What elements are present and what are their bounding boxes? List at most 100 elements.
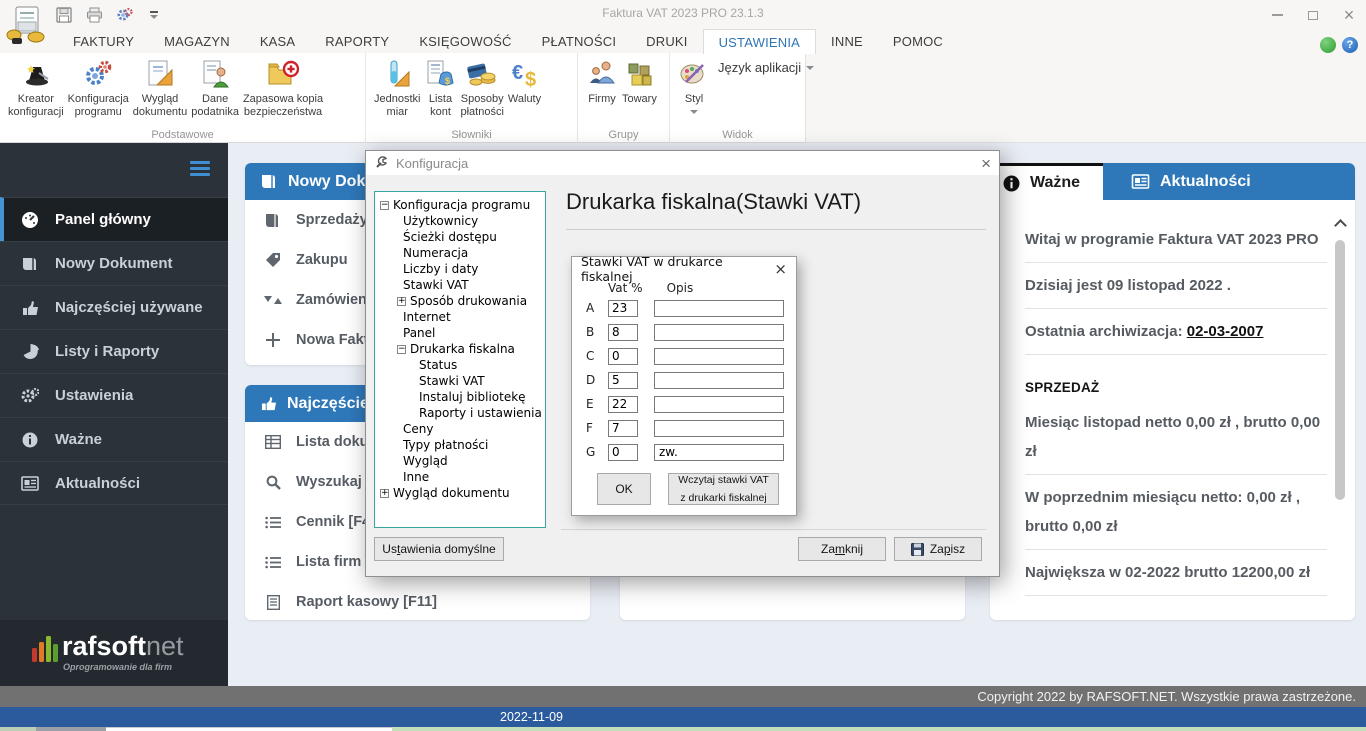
archive-date-link[interactable]: 02-03-2007	[1187, 323, 1264, 340]
tree-item[interactable]: Drukarka fiskalna	[410, 342, 515, 356]
vat-input-f[interactable]	[608, 419, 638, 437]
tab-wazne[interactable]: Ważne	[990, 163, 1103, 200]
right-panel: Ważne Aktualności Witaj w programie Fakt…	[990, 163, 1355, 620]
vat-input-e[interactable]	[608, 395, 638, 413]
tree-item[interactable]: Stawki VAT	[419, 374, 485, 388]
tab-ustawienia[interactable]: USTAWIENIA	[702, 29, 817, 54]
sidebar-item-najczesciej-uzywane[interactable]: Najczęściej używane	[0, 285, 228, 329]
sidebar-item-panel-glowny[interactable]: Panel główny	[0, 197, 228, 241]
desc-input-c[interactable]	[654, 347, 784, 365]
tree-item[interactable]: Raporty i ustawienia	[419, 406, 542, 420]
close-button[interactable]: ×	[1338, 5, 1360, 25]
vat-input-c[interactable]	[608, 347, 638, 365]
dane-podatnika-button[interactable]: Dane podatnika	[191, 58, 239, 118]
tree-item[interactable]: Typy płatności	[403, 438, 488, 452]
expand-icon[interactable]: +	[397, 296, 406, 306]
expand-icon[interactable]: +	[380, 488, 389, 498]
tab-faktury[interactable]: FAKTURY	[58, 29, 149, 54]
vat-input-a[interactable]	[608, 299, 638, 317]
kreator-konfiguracji-button[interactable]: Kreator konfiguracji	[8, 58, 64, 118]
ribbon: Kreator konfiguracji Konfiguracja progra…	[0, 53, 815, 143]
maximize-button[interactable]	[1302, 6, 1324, 24]
tab-platnosci[interactable]: PŁATNOŚCI	[527, 29, 632, 54]
tree-item[interactable]: Ścieżki dostępu	[403, 230, 497, 244]
settings-icon[interactable]	[114, 6, 134, 24]
wyglad-dokumentu-button[interactable]: Wygląd dokumentu	[133, 58, 187, 118]
payment-methods-icon	[466, 58, 498, 90]
scrollbar-thumb[interactable]	[1335, 240, 1345, 500]
tree-item[interactable]: Stawki VAT	[403, 278, 469, 292]
desc-input-e[interactable]	[654, 395, 784, 413]
tab-druki[interactable]: DRUKI	[631, 29, 702, 54]
collapse-icon[interactable]: −	[380, 200, 389, 210]
sidebar-item-nowy-dokument[interactable]: Nowy Dokument	[0, 241, 228, 285]
tree-item[interactable]: Internet	[403, 310, 451, 324]
lista-kont-button[interactable]: $ Lista kont	[424, 58, 456, 118]
sposoby-platnosci-button[interactable]: Sposoby płatności	[460, 58, 504, 118]
tab-magazyn[interactable]: MAGAZYN	[149, 29, 245, 54]
styl-button[interactable]: Styl	[678, 58, 710, 114]
sidebar-item-ustawienia[interactable]: Ustawienia	[0, 373, 228, 417]
tree-item[interactable]: Użytkownicy	[403, 214, 478, 228]
tree-item[interactable]: Status	[419, 358, 457, 372]
load-vat-rates-button[interactable]: Wczytaj stawki VAT z drukarki fiskalnej	[668, 473, 779, 505]
tree-item[interactable]: Numeracja	[403, 246, 468, 260]
tree-item[interactable]: Sposób drukowania	[410, 294, 527, 308]
language-dropdown[interactable]: Język aplikacji	[718, 60, 815, 75]
scrollbar[interactable]	[1331, 219, 1349, 620]
firmy-button[interactable]: Firmy	[586, 58, 618, 106]
save-icon[interactable]	[54, 6, 74, 24]
tab-aktualnosci[interactable]: Aktualności	[1103, 163, 1355, 200]
tab-raporty[interactable]: RAPORTY	[310, 29, 404, 54]
close-icon[interactable]: ×	[981, 155, 991, 172]
konfiguracja-programu-button[interactable]: Konfiguracja programu	[68, 58, 129, 118]
tab-inne[interactable]: INNE	[816, 29, 878, 54]
qat-dropdown-icon[interactable]	[144, 6, 164, 24]
zapasowa-kopia-button[interactable]: Zapasowa kopia bezpieczeństwa	[243, 58, 323, 118]
companies-icon	[586, 58, 618, 90]
tree-item[interactable]: Konfiguracja programu	[393, 198, 530, 212]
desc-input-d[interactable]	[654, 371, 784, 389]
tab-kasa[interactable]: KASA	[245, 29, 310, 54]
vat-input-b[interactable]	[608, 323, 638, 341]
online-status-icon[interactable]	[1320, 37, 1336, 53]
brand-text: rafsoftnet	[62, 631, 184, 661]
tree-item[interactable]: Inne	[403, 470, 429, 484]
list-item-raport-kasowy[interactable]: Raport kasowy [F11]	[245, 582, 590, 622]
sidebar-item-aktualnosci[interactable]: Aktualności	[0, 461, 228, 505]
tab-ksiegowosc[interactable]: KSIĘGOWOŚĆ	[404, 29, 526, 54]
defaults-button[interactable]: Ustawienia domyślne	[374, 537, 504, 561]
close-icon[interactable]: ×	[774, 260, 787, 278]
jednostki-miar-button[interactable]: Jednostki miar	[374, 58, 420, 118]
ok-button[interactable]: OK	[597, 473, 651, 505]
close-dialog-button[interactable]: Zamknij	[798, 537, 886, 561]
minimize-button[interactable]	[1266, 6, 1288, 24]
tab-pomoc[interactable]: POMOC	[878, 29, 958, 54]
desc-input-b[interactable]	[654, 323, 784, 341]
sidebar-item-listy-i-raporty[interactable]: Listy i Raporty	[0, 329, 228, 373]
tree-item[interactable]: Wygląd dokumentu	[393, 486, 510, 500]
tree-item[interactable]: Panel	[403, 326, 435, 340]
styl-dropdown-icon[interactable]	[690, 109, 698, 114]
desc-input-a[interactable]	[654, 299, 784, 317]
scroll-up-icon[interactable]	[1333, 219, 1347, 232]
print-icon[interactable]	[84, 6, 104, 24]
vat-input-g[interactable]	[608, 443, 638, 461]
sidebar-item-wazne[interactable]: Ważne	[0, 417, 228, 461]
desc-input-f[interactable]	[654, 419, 784, 437]
tree-item[interactable]: Wygląd	[403, 454, 448, 468]
vat-input-d[interactable]	[608, 371, 638, 389]
row-letter: F	[586, 421, 593, 435]
save-button[interactable]: Zapisz	[894, 537, 982, 561]
tree-item[interactable]: Ceny	[403, 422, 433, 436]
waluty-button[interactable]: € $ Waluty	[508, 58, 541, 106]
dialog-title-bar[interactable]: Konfiguracja ×	[366, 151, 999, 175]
help-icon[interactable]: ?	[1342, 37, 1358, 53]
collapse-icon[interactable]: −	[397, 344, 406, 354]
tree-item[interactable]: Liczby i daty	[403, 262, 478, 276]
towary-button[interactable]: Towary	[622, 58, 657, 106]
vat-dialog-title-bar[interactable]: Stawki VAT w drukarce fiskalnej ×	[572, 254, 796, 284]
hamburger-menu-icon[interactable]	[190, 161, 210, 176]
tree-item[interactable]: Instaluj bibliotekę	[419, 390, 526, 404]
desc-input-g[interactable]	[654, 443, 784, 461]
